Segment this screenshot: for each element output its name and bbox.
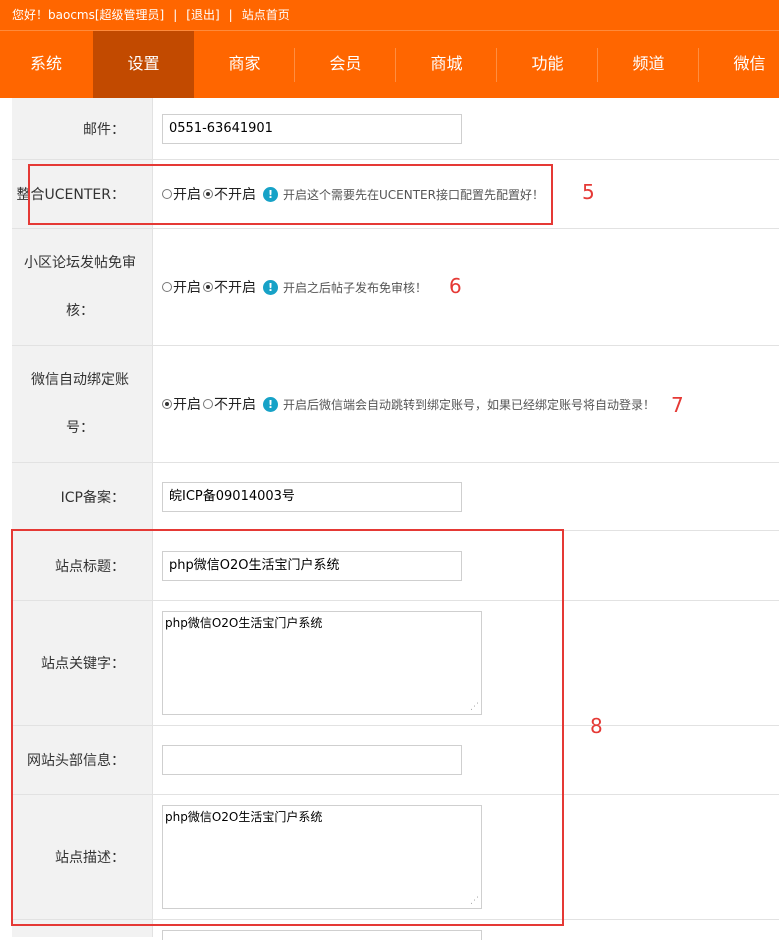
info-exclamation-icon: !	[263, 279, 278, 295]
radio-button[interactable]	[203, 399, 213, 409]
wechat-bind-label: 微信自动绑定账号：	[12, 346, 153, 462]
tab-merchant[interactable]: 商家	[194, 31, 295, 98]
icp-input[interactable]: 皖ICP备09014003号	[162, 481, 462, 512]
top-bar: 您好！baocms[超级管理员] | [退出] | 站点首页	[0, 0, 779, 30]
mail-label: 邮件：	[12, 98, 153, 159]
annotation-number-7: 7	[671, 393, 684, 417]
form-row-wechat-bind: 微信自动绑定账号： 开启 不开启 ! 开启后微信端会自动跳转到绑定账号，如果已经…	[12, 346, 779, 463]
form-row-mail: 邮件： 0551-63641901	[12, 98, 779, 160]
radio-button-selected[interactable]	[203, 282, 213, 292]
next-row-input[interactable]	[162, 930, 482, 940]
greeting-text: 您好！baocms[超级管理员]	[12, 8, 165, 22]
tab-member[interactable]: 会员	[295, 31, 396, 98]
wechat-bind-radio-on[interactable]: 开启	[162, 394, 201, 414]
tab-mall[interactable]: 商城	[396, 31, 497, 98]
main-nav: 系统 设置 商家 会员 商城 功能 频道 微信	[0, 30, 779, 98]
icp-label: ICP备案：	[12, 463, 153, 530]
separator: |	[173, 8, 178, 22]
annotation-number-6: 6	[449, 274, 462, 298]
tab-system[interactable]: 系统	[0, 31, 92, 98]
info-exclamation-icon: !	[263, 396, 278, 412]
radio-button[interactable]	[162, 282, 172, 292]
form-row-icp: ICP备案： 皖ICP备09014003号	[12, 463, 779, 531]
logout-link[interactable]: [退出]	[186, 8, 219, 22]
mail-input[interactable]: 0551-63641901	[162, 113, 462, 144]
annotation-box-8	[11, 529, 564, 926]
wechat-bind-radio-off[interactable]: 不开启	[203, 394, 256, 414]
form-row-forum: 小区论坛发帖免审核： 开启 不开启 ! 开启之后帖子发布免审核！	[12, 229, 779, 346]
wechat-bind-tip: 开启后微信端会自动跳转到绑定账号，如果已经绑定账号将自动登录！	[283, 397, 656, 412]
radio-label: 不开启	[214, 280, 256, 296]
site-home-link[interactable]: 站点首页	[242, 8, 290, 22]
forum-radio-off[interactable]: 不开启	[203, 277, 256, 297]
radio-button-selected[interactable]	[162, 399, 172, 409]
tab-channel[interactable]: 频道	[598, 31, 699, 98]
annotation-box-5	[28, 164, 553, 225]
tab-function[interactable]: 功能	[497, 31, 598, 98]
tab-wechat[interactable]: 微信	[699, 31, 779, 98]
annotation-number-5: 5	[582, 180, 595, 204]
tab-settings[interactable]: 设置	[93, 31, 194, 98]
radio-label: 开启	[173, 397, 201, 413]
forum-label: 小区论坛发帖免审核：	[12, 229, 153, 345]
radio-label: 不开启	[214, 397, 256, 413]
annotation-number-8: 8	[590, 714, 603, 738]
forum-tip: 开启之后帖子发布免审核！	[283, 280, 428, 295]
radio-label: 开启	[173, 280, 201, 296]
forum-radio-on[interactable]: 开启	[162, 277, 201, 297]
separator: |	[228, 8, 233, 22]
